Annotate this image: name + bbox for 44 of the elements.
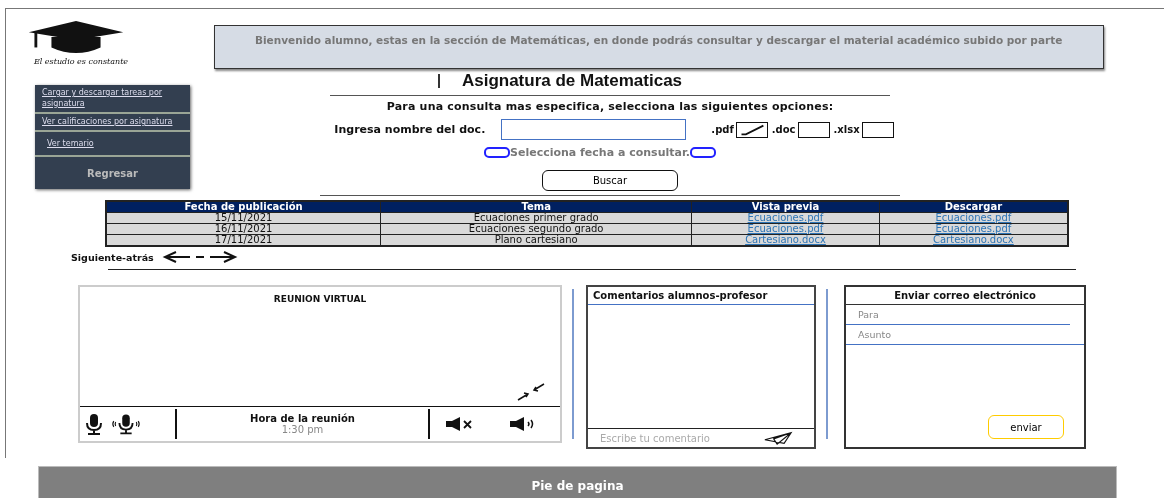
sidebar-link[interactable]: Cargar y descargar tareas por asignatura [35,85,190,114]
footer-text: Pie de pagina [531,479,624,493]
format-label: .doc [771,124,796,135]
back-arrow-icon[interactable] [161,251,192,263]
doc-name-label: Ingresa nombre del doc. [334,123,486,136]
pager-label: Siguiente-atrás [71,251,154,263]
paper-plane-icon[interactable] [762,431,794,445]
doc-name-field[interactable] [501,119,687,140]
microphone-icon[interactable] [84,413,104,435]
column-header: Descargar [879,201,1068,213]
meeting-time: 1:30 pm [281,424,324,435]
format-label: .pdf [711,124,734,135]
format-checkbox[interactable] [861,121,894,138]
search-button[interactable]: Buscar [542,170,678,191]
format-checkbox[interactable] [797,121,830,138]
meeting-title: REUNION VIRTUAL [273,294,367,304]
sidebar-link[interactable]: Ver calificaciones por asignatura [35,114,190,132]
microphone-on-icon[interactable] [110,413,142,435]
instructions-text: Para una consulta mas especifica, selecciona las siguientes opciones: [386,100,834,113]
table-cell: Ecuaciones primer grado [380,212,692,224]
format-checkbox[interactable] [735,121,768,138]
send-button[interactable]: enviar [988,415,1064,439]
welcome-banner: Bienvenido alumno, estas en la sección de Matemáticas, en donde podrás consultar y descargar el material académico subido por parte [214,25,1104,69]
table-cell: Ecuaciones segundo grado [380,223,692,235]
meeting-time-label: Hora de la reunión [250,413,355,424]
column-header: Vista previa [691,201,880,213]
sidebar-link[interactable]: Ver temario [35,132,190,157]
column-header: Fecha de publicación [106,201,381,213]
speaker-muted-icon[interactable] [444,416,474,432]
dash-icon [195,255,204,259]
format-label: .xlsx [833,124,860,135]
column-header: Tema [380,201,692,213]
previous-date-button[interactable] [484,147,510,158]
table-cell: 16/11/2021 [106,223,381,235]
table-cell: 15/11/2021 [106,212,381,224]
comments-title: Comentarios alumnos-profesor [588,287,814,305]
graduation-cap-icon [28,21,124,55]
logo-tagline: El estudio es constante [33,57,129,66]
date-picker-label[interactable]: Selecciona fecha a consultar. [510,146,690,159]
page-title: Asignatura de Matematicas [461,71,683,91]
collapse-arrows-icon[interactable] [516,382,546,402]
back-button[interactable]: Regresar [35,157,190,189]
next-date-button[interactable] [689,147,716,158]
forward-arrow-icon[interactable] [207,251,238,263]
